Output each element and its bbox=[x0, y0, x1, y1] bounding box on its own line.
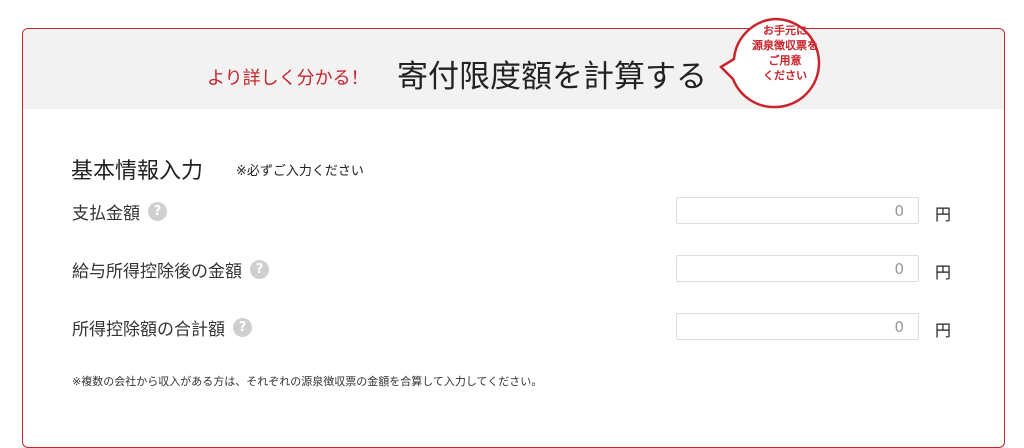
total-deduction-label: 所得控除額の合計額 ? bbox=[72, 315, 252, 340]
income-after-deduction-label: 給与所得控除後の金額 ? bbox=[72, 257, 269, 282]
bubble-line: ください bbox=[763, 69, 807, 82]
section-title: 基本情報入力 bbox=[71, 159, 204, 184]
required-note: ※必ずご入力ください bbox=[236, 164, 364, 179]
page-title: 寄付限度額を計算する bbox=[397, 59, 707, 95]
yen-unit: 円 bbox=[935, 205, 952, 224]
row-label-text: 所得控除額の合計額 bbox=[72, 320, 225, 340]
bubble-callout-text: お手元に 源泉徴収票を ご用意 ください bbox=[745, 23, 825, 83]
help-icon[interactable]: ? bbox=[250, 260, 269, 279]
row-label-text: 支払金額 bbox=[72, 204, 140, 224]
income-after-deduction-input[interactable] bbox=[676, 255, 919, 282]
header-lead-text: より詳しく分かる！ bbox=[207, 68, 369, 89]
bubble-line: ご用意 bbox=[768, 54, 802, 67]
total-deduction-input[interactable] bbox=[676, 313, 919, 340]
help-icon[interactable]: ? bbox=[148, 202, 167, 221]
footnote: ※複数の会社から収入がある方は、それぞれの源泉徴収票の金額を合算して入力してくだ… bbox=[72, 375, 543, 388]
panel-header: より詳しく分かる！ 寄付限度額を計算する bbox=[23, 29, 1004, 109]
calculator-panel: より詳しく分かる！ 寄付限度額を計算する お手元に 源泉徴収票を ご用意 くださ… bbox=[22, 17, 1005, 448]
bubble-line: 源泉徴収票を bbox=[752, 39, 818, 52]
payment-amount-input[interactable] bbox=[676, 197, 919, 224]
help-icon[interactable]: ? bbox=[233, 318, 252, 337]
yen-unit: 円 bbox=[935, 321, 952, 340]
payment-amount-label: 支払金額 ? bbox=[72, 199, 167, 224]
bubble-line: お手元に bbox=[763, 24, 807, 37]
row-label-text: 給与所得控除後の金額 bbox=[72, 262, 242, 282]
yen-unit: 円 bbox=[935, 263, 952, 282]
